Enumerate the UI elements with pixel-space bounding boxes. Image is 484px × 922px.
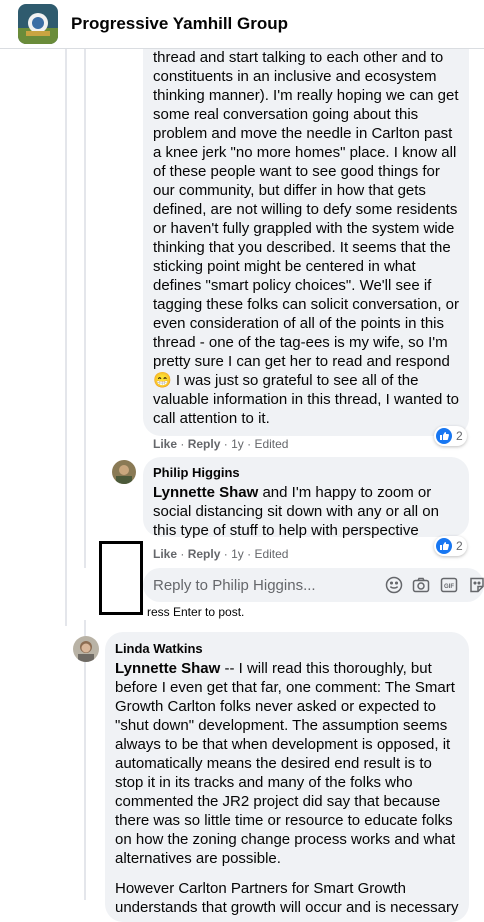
- like-reaction-icon: [436, 538, 452, 554]
- comment-text: thread and start talking to each other a…: [153, 49, 460, 427]
- avatar[interactable]: [112, 460, 136, 484]
- timestamp[interactable]: 1y: [231, 547, 244, 561]
- like-reaction-icon: [436, 428, 452, 444]
- reply-button[interactable]: Reply: [188, 437, 221, 451]
- thread-line: [84, 620, 86, 900]
- reply-button[interactable]: Reply: [188, 547, 221, 561]
- camera-icon[interactable]: [412, 576, 430, 594]
- thread-line: [65, 48, 67, 626]
- thread-line: [84, 48, 86, 568]
- press-enter-hint: ress Enter to post.: [147, 605, 245, 619]
- mention-link[interactable]: Lynnette Shaw: [153, 484, 258, 501]
- reaction-number: 2: [456, 429, 463, 443]
- comment-text: Lynnette Shaw and I'm happy to zoom or s…: [153, 483, 463, 540]
- like-button[interactable]: Like: [153, 437, 177, 451]
- comment-actions: Like · Reply · 1y · Edited: [153, 547, 289, 561]
- group-title[interactable]: Progressive Yamhill Group: [71, 14, 288, 34]
- comment-author[interactable]: Philip Higgins: [153, 465, 463, 481]
- comment-author[interactable]: Linda Watkins: [115, 641, 459, 657]
- edited-label: Edited: [254, 547, 289, 561]
- sticker-icon[interactable]: [468, 576, 484, 594]
- comment-content: Philip Higgins Lynnette Shaw and I'm hap…: [153, 465, 463, 540]
- annotation-box: [99, 541, 143, 615]
- reaction-number: 2: [456, 539, 463, 553]
- reaction-count[interactable]: 2: [434, 426, 467, 446]
- emoji-icon[interactable]: [385, 576, 403, 594]
- comment-content: Linda Watkins Lynnette Shaw -- I will re…: [115, 641, 459, 917]
- comment-text: Lynnette Shaw -- I will read this thorou…: [115, 659, 459, 868]
- timestamp[interactable]: 1y: [231, 437, 244, 451]
- svg-text:GIF: GIF: [444, 584, 454, 590]
- reply-box: GIF: [143, 568, 484, 602]
- edited-label: Edited: [254, 437, 289, 451]
- mention-link[interactable]: Lynnette Shaw: [115, 660, 220, 677]
- reply-input[interactable]: [153, 568, 373, 602]
- comment-bubble: thread and start talking to each other a…: [143, 28, 469, 436]
- like-button[interactable]: Like: [153, 547, 177, 561]
- comment-paragraph: However Carlton Partners for Smart Growt…: [115, 880, 459, 916]
- comment-bubble: Linda Watkins Lynnette Shaw -- I will re…: [105, 632, 469, 922]
- gif-icon[interactable]: GIF: [440, 576, 458, 594]
- comment-bubble: Philip Higgins Lynnette Shaw and I'm hap…: [143, 457, 469, 540]
- comment-body: -- I will read this thoroughly, but befo…: [115, 660, 456, 867]
- reaction-count[interactable]: 2: [434, 536, 467, 556]
- group-logo-icon[interactable]: [18, 4, 58, 44]
- comment-actions: Like · Reply · 1y · Edited: [153, 437, 289, 451]
- group-header: Progressive Yamhill Group: [0, 0, 484, 49]
- avatar[interactable]: [73, 636, 99, 662]
